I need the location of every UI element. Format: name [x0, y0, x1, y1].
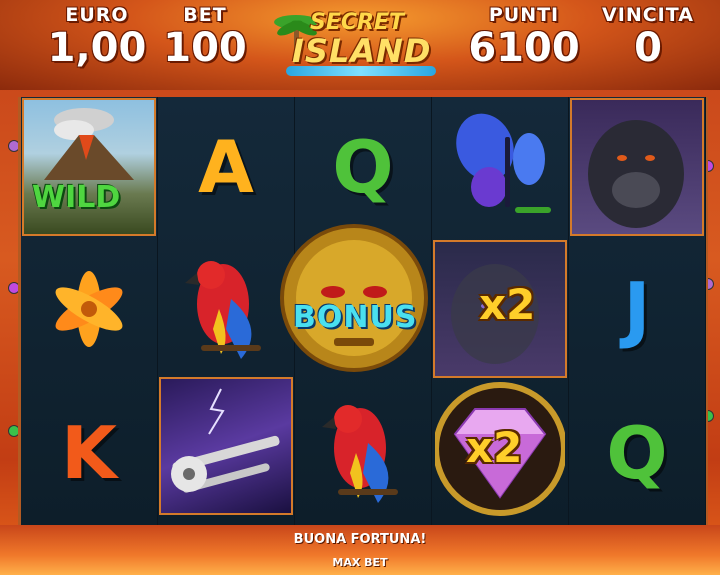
- points-label: PUNTI: [488, 4, 560, 26]
- reel-grid: WILD K A Q x2 x2 J Q BONUS: [18, 97, 708, 525]
- symbol-k: K: [21, 383, 157, 523]
- volcano-icon: [44, 108, 134, 180]
- gorilla-x2-symbol: x2: [433, 240, 567, 378]
- win-stat: VINCITA 0: [590, 4, 706, 70]
- symbol-butterfly: [432, 97, 568, 237]
- symbol-gorilla-x2: x2: [432, 239, 568, 379]
- status-message: BUONA FORTUNA!: [293, 532, 427, 547]
- reel-5: J Q: [569, 97, 706, 525]
- symbol-q: Q: [295, 97, 431, 237]
- symbol-plane: [158, 376, 294, 516]
- symbol-q: Q: [569, 383, 705, 523]
- parrot-icon: [185, 261, 261, 359]
- butterfly-icon: [456, 113, 551, 213]
- symbol-wild: WILD: [21, 97, 157, 237]
- reel-2: A: [158, 97, 295, 525]
- symbol-lily: [21, 239, 157, 379]
- letter-a: A: [198, 125, 254, 209]
- bet-label: BET: [183, 4, 227, 26]
- letter-q: Q: [332, 125, 394, 209]
- parrot-icon: [322, 405, 398, 503]
- lily-flower-icon: [55, 271, 123, 347]
- bet-stat: BET 100: [160, 4, 250, 70]
- logo-wave: [286, 66, 436, 76]
- symbol-j: J: [569, 239, 705, 379]
- win-value: 0: [634, 25, 662, 71]
- symbol-gorilla: [569, 97, 705, 237]
- logo-line-2: ISLAND: [292, 32, 432, 70]
- reel-4: x2 x2: [432, 97, 569, 525]
- symbol-parrot: [158, 239, 294, 379]
- letter-k: K: [61, 411, 117, 495]
- multiplier-label: x2: [479, 280, 536, 329]
- reel-1: WILD K: [21, 97, 158, 525]
- max-bet-button[interactable]: MAX BET: [0, 556, 720, 569]
- bonus-label: BONUS: [293, 300, 418, 335]
- points-stat: PUNTI 6100: [462, 4, 586, 70]
- gorilla-icon: [588, 120, 684, 228]
- wild-label: WILD: [32, 180, 121, 215]
- bet-value: 100: [163, 25, 247, 71]
- symbol-a: A: [158, 97, 294, 237]
- euro-label: EURO: [65, 4, 129, 26]
- symbol-diamond-x2: x2: [432, 379, 568, 519]
- bonus-symbol: BONUS: [279, 220, 429, 380]
- multiplier-label: x2: [466, 423, 523, 472]
- gorilla-symbol: [570, 98, 704, 236]
- euro-stat: EURO 1,00: [44, 4, 150, 70]
- win-label: VINCITA: [602, 4, 694, 26]
- letter-j: J: [623, 267, 651, 351]
- plane-symbol: [159, 377, 293, 515]
- game-logo: SECRET ISLAND: [272, 6, 442, 82]
- biplane-icon: [171, 388, 280, 493]
- wild-symbol: WILD: [22, 98, 156, 236]
- points-value: 6100: [468, 25, 580, 71]
- letter-q: Q: [606, 411, 668, 495]
- euro-value: 1,00: [47, 25, 147, 71]
- symbol-parrot: [295, 383, 431, 523]
